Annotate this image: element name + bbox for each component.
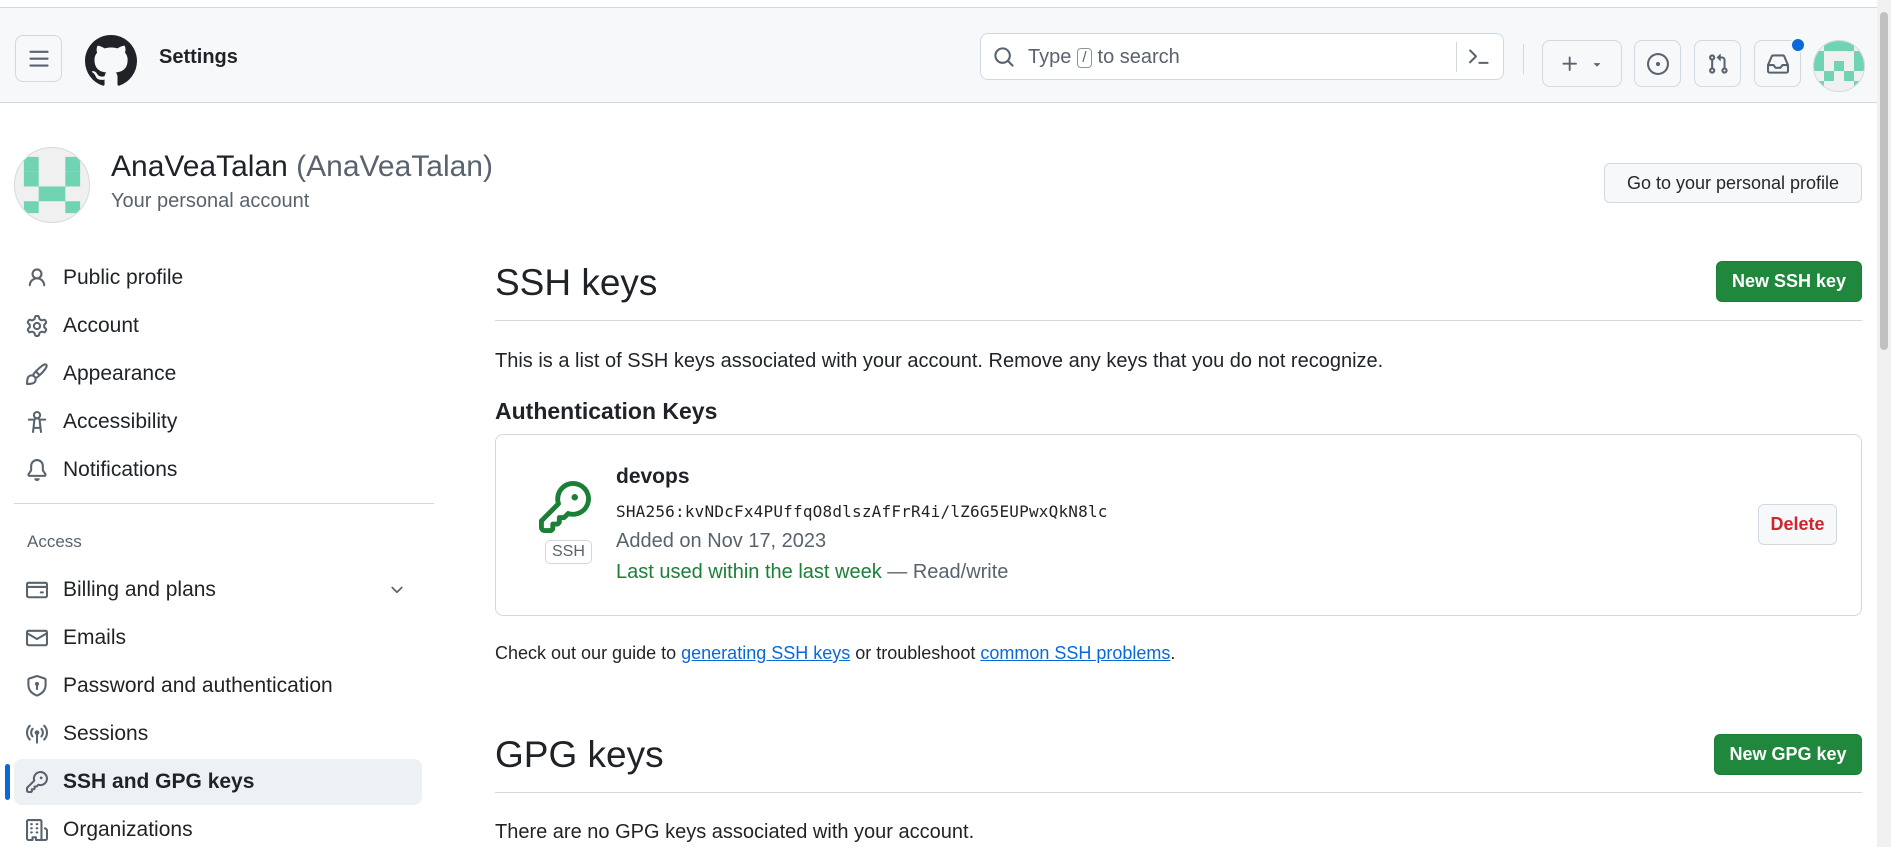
sidebar-item-label: Appearance <box>63 362 177 385</box>
unread-indicator <box>1790 37 1806 53</box>
sidebar-item-password-authentication[interactable]: Password and authentication <box>14 663 422 709</box>
user-avatar-button[interactable] <box>1813 40 1865 92</box>
sidebar-item-label: Notifications <box>63 458 178 481</box>
key-fingerprint: SHA256:kvNDcFx4PUffqO8dlszAfFrR4i/lZ6G5E… <box>616 502 1108 521</box>
sidebar-divider <box>14 503 434 504</box>
global-header: Settings Type / to search <box>0 7 1891 103</box>
person-icon <box>26 267 48 289</box>
issue-opened-icon <box>1646 52 1669 75</box>
paintbrush-icon <box>26 363 48 385</box>
sidebar-item-sessions[interactable]: Sessions <box>14 711 422 757</box>
account-type: Your personal account <box>111 190 310 212</box>
username: (AnaVeaTalan) <box>296 150 493 183</box>
go-to-profile-button[interactable]: Go to your personal profile <box>1604 163 1862 203</box>
git-pull-request-icon <box>1707 53 1729 75</box>
guide-suffix: . <box>1170 643 1176 663</box>
ssh-key-list-item: SSH devops SHA256:kvNDcFx4PUffqO8dlszAfF… <box>495 434 1862 616</box>
header-title[interactable]: Settings <box>159 46 238 69</box>
header-divider <box>1523 44 1524 74</box>
sidebar-item-billing[interactable]: Billing and plans <box>14 567 422 613</box>
generating-ssh-keys-link[interactable]: generating SSH keys <box>681 643 850 663</box>
new-gpg-key-button[interactable]: New GPG key <box>1714 734 1862 775</box>
inbox-icon <box>1766 53 1789 75</box>
credit-card-icon <box>26 579 48 601</box>
profile-avatar <box>14 147 90 223</box>
slash-shortcut-key: / <box>1077 47 1092 68</box>
sidebar-item-accessibility[interactable]: Accessibility <box>14 399 422 445</box>
pull-requests-button[interactable] <box>1694 40 1741 87</box>
search-input[interactable]: Type / to search <box>980 33 1504 80</box>
sidebar-item-ssh-gpg-keys[interactable]: SSH and GPG keys <box>14 759 422 805</box>
triangle-down-icon <box>1590 57 1604 71</box>
search-icon <box>993 46 1015 68</box>
plus-icon <box>1560 54 1580 74</box>
key-title: devops <box>616 465 690 488</box>
gear-icon <box>26 315 48 337</box>
identicon-icon <box>15 148 89 222</box>
shield-lock-icon <box>26 675 48 697</box>
search-divider <box>1456 42 1457 72</box>
sidebar-item-notifications[interactable]: Notifications <box>14 447 422 493</box>
sidebar-item-label: Organizations <box>63 818 193 841</box>
account-name: AnaVeaTalan (AnaVeaTalan) <box>111 150 493 184</box>
search-placeholder: Type / to search <box>1028 46 1180 69</box>
key-icon <box>26 771 48 793</box>
delete-key-button[interactable]: Delete <box>1758 504 1837 545</box>
broadcast-icon <box>26 723 48 745</box>
page-scrollbar[interactable] <box>1877 0 1891 847</box>
sidebar-item-label: Emails <box>63 626 127 649</box>
identicon-icon <box>1814 41 1864 91</box>
sidebar-item-public-profile[interactable]: Public profile <box>14 255 422 301</box>
accessibility-icon <box>26 411 48 433</box>
sidebar-heading-access: Access <box>27 532 82 551</box>
key-icon <box>539 481 591 533</box>
sidebar-item-label: Account <box>63 314 139 337</box>
gpg-empty-message: There are no GPG keys associated with yo… <box>495 821 975 843</box>
sidebar-item-organizations[interactable]: Organizations <box>14 807 422 853</box>
sidebar-item-label: Billing and plans <box>63 578 216 601</box>
key-access-level: — Read/write <box>887 561 1009 583</box>
mail-icon <box>26 627 48 649</box>
key-added-date: Added on Nov 17, 2023 <box>616 530 827 552</box>
authentication-keys-heading: Authentication Keys <box>495 398 718 424</box>
guide-middle: or troubleshoot <box>855 643 976 663</box>
key-last-used-text: Last used within the last week <box>616 561 882 583</box>
organization-icon <box>26 819 48 841</box>
ssh-description: This is a list of SSH keys associated wi… <box>495 350 1384 372</box>
create-new-button[interactable] <box>1542 40 1622 87</box>
ssh-heading-divider <box>495 320 1862 321</box>
new-ssh-key-button[interactable]: New SSH key <box>1716 261 1862 302</box>
sidebar-item-label: Accessibility <box>63 410 178 433</box>
chevron-down-icon[interactable] <box>388 581 406 599</box>
hamburger-icon <box>28 48 50 70</box>
display-name[interactable]: AnaVeaTalan <box>111 150 288 183</box>
ssh-guide-text: Check out our guide to generating SSH ke… <box>495 643 1175 664</box>
sidebar-item-label: SSH and GPG keys <box>63 770 255 793</box>
common-ssh-problems-link[interactable]: common SSH problems <box>980 643 1170 663</box>
key-last-used: Last used within the last week — Read/wr… <box>616 561 1008 584</box>
guide-prefix: Check out our guide to <box>495 643 677 663</box>
sidebar-item-emails[interactable]: Emails <box>14 615 422 661</box>
scrollbar-thumb[interactable] <box>1880 12 1888 350</box>
gpg-heading-divider <box>495 792 1862 793</box>
sidebar-item-account[interactable]: Account <box>14 303 422 349</box>
sidebar-item-label: Password and authentication <box>63 674 333 697</box>
sidebar-item-appearance[interactable]: Appearance <box>14 351 422 397</box>
sidebar-item-label: Public profile <box>63 266 184 289</box>
issues-button[interactable] <box>1634 40 1681 87</box>
github-logo-icon[interactable] <box>85 35 137 87</box>
open-global-navigation-button[interactable] <box>15 35 62 82</box>
search-suffix: to search <box>1097 46 1180 68</box>
gpg-keys-heading: GPG keys <box>495 734 664 775</box>
command-palette-icon[interactable] <box>1468 46 1490 68</box>
search-prefix: Type <box>1028 46 1072 68</box>
key-type-label: SSH <box>545 540 592 564</box>
active-item-indicator <box>5 764 10 800</box>
sidebar-item-label: Sessions <box>63 722 149 745</box>
bell-icon <box>26 459 48 481</box>
ssh-keys-heading: SSH keys <box>495 262 658 303</box>
